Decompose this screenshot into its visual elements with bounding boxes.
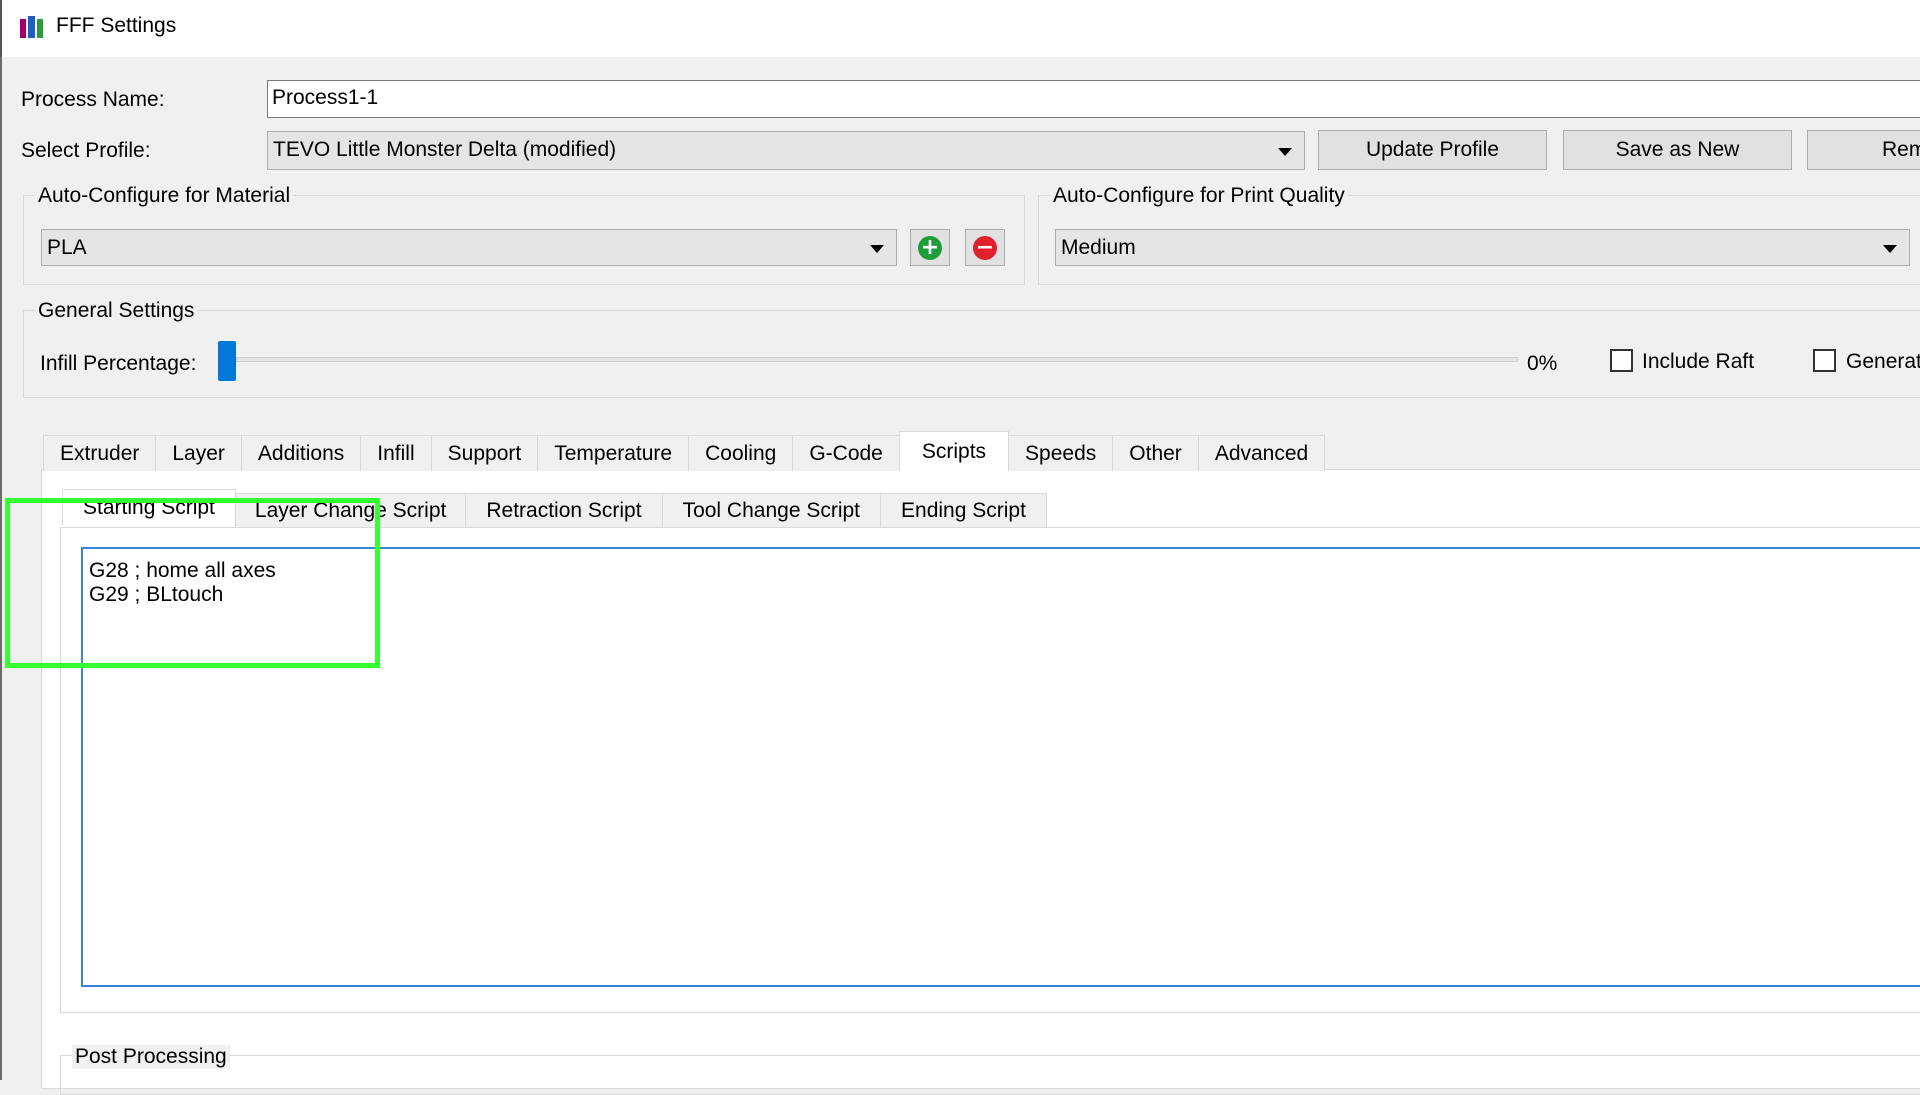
tab-layer-change-script[interactable]: Layer Change Script (234, 493, 467, 527)
window-title: FFF Settings (56, 14, 177, 37)
add-icon: + (918, 235, 942, 260)
material-group-title: Auto-Configure for Material (35, 184, 294, 208)
infill-percentage-label: Infill Percentage: (40, 352, 197, 375)
save-as-new-button[interactable]: Save as New (1563, 130, 1792, 170)
tab-scripts[interactable]: Scripts (898, 431, 1010, 471)
script-line: G28 ; home all axes (89, 559, 276, 582)
tab-extruder[interactable]: Extruder (43, 435, 157, 471)
process-name-label: Process Name: (21, 88, 165, 111)
tab-advanced[interactable]: Advanced (1197, 435, 1326, 471)
add-material-button[interactable]: + (910, 229, 950, 266)
window-border (0, 57, 2, 1080)
title-bar (0, 0, 1920, 57)
quality-group-title: Auto-Configure for Print Quality (1050, 184, 1348, 208)
tab-ending-script[interactable]: Ending Script (880, 493, 1047, 527)
infill-slider-track[interactable] (236, 357, 1518, 362)
process-name-input[interactable]: Process1-1 (267, 80, 1920, 118)
tab-tool-change-script[interactable]: Tool Change Script (661, 493, 882, 527)
tab-retraction-script[interactable]: Retraction Script (465, 493, 663, 527)
general-settings-title: General Settings (35, 299, 198, 323)
tab-temperature[interactable]: Temperature (537, 435, 690, 471)
remove-profile-button[interactable]: Rem (1807, 130, 1920, 170)
generate-checkbox[interactable] (1813, 349, 1836, 372)
main-tabs: Extruder Layer Additions Infill Support … (43, 431, 1326, 471)
select-profile-label: Select Profile: (21, 139, 151, 162)
quality-select-value: Medium (1061, 236, 1136, 259)
tab-additions[interactable]: Additions (240, 435, 362, 471)
include-raft-checkbox[interactable] (1610, 349, 1633, 372)
quality-select[interactable]: Medium (1055, 229, 1910, 266)
app-logo-icon (18, 14, 45, 41)
tab-other[interactable]: Other (1112, 435, 1199, 471)
remove-icon: − (973, 235, 997, 260)
chevron-down-icon (870, 245, 884, 253)
post-processing-group (60, 1055, 1920, 1095)
tab-infill[interactable]: Infill (360, 435, 432, 471)
infill-value: 0% (1527, 352, 1558, 375)
tab-speeds[interactable]: Speeds (1008, 435, 1114, 471)
general-settings-group (23, 310, 1920, 398)
script-line: G29 ; BLtouch (89, 583, 224, 606)
material-select-value: PLA (47, 236, 87, 259)
update-profile-button[interactable]: Update Profile (1318, 130, 1547, 170)
script-tabs: Starting Script Layer Change Script Retr… (62, 489, 1047, 527)
chevron-down-icon (1883, 245, 1897, 253)
post-processing-title: Post Processing (72, 1045, 230, 1069)
chevron-down-icon (1278, 148, 1292, 156)
tab-support[interactable]: Support (430, 435, 539, 471)
profile-select[interactable]: TEVO Little Monster Delta (modified) (267, 131, 1305, 170)
include-raft-label: Include Raft (1642, 350, 1755, 373)
infill-slider-thumb[interactable] (218, 341, 236, 381)
script-editor[interactable]: G28 ; home all axes G29 ; BLtouch (81, 547, 1920, 987)
tab-g-code[interactable]: G-Code (792, 435, 900, 471)
profile-select-value: TEVO Little Monster Delta (modified) (273, 138, 617, 161)
material-select[interactable]: PLA (41, 229, 897, 266)
tab-layer[interactable]: Layer (155, 435, 242, 471)
tab-starting-script[interactable]: Starting Script (62, 489, 236, 525)
tab-cooling[interactable]: Cooling (688, 435, 794, 471)
generate-label: Generat (1846, 350, 1920, 373)
remove-material-button[interactable]: − (965, 229, 1005, 266)
